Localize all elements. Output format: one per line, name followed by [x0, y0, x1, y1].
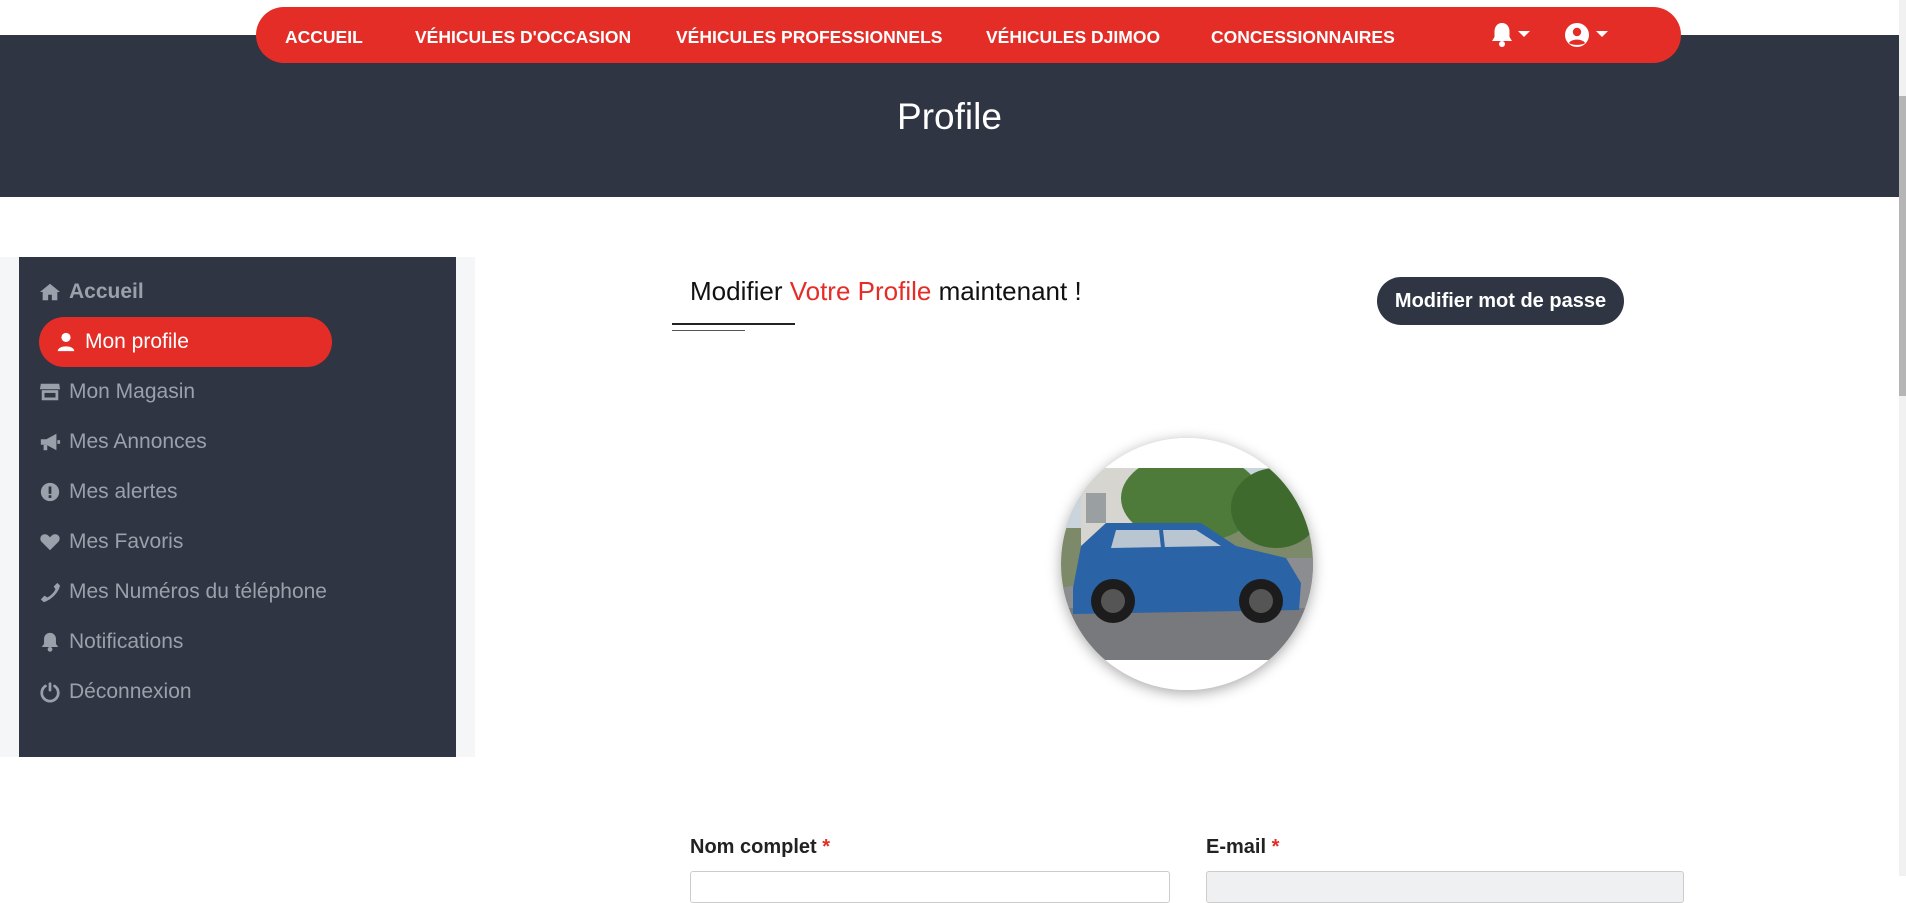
- sidebar-item-label: Mes Favoris: [69, 530, 184, 553]
- power-icon: [40, 682, 60, 703]
- page-scrollbar[interactable]: [1899, 0, 1906, 876]
- bell-icon: [1492, 23, 1512, 47]
- sidebar-item-label: Notifications: [69, 630, 184, 653]
- sidebar-item-accueil[interactable]: Accueil: [39, 267, 144, 317]
- section-heading: Modifier Votre Profile maintenant !: [690, 276, 1082, 307]
- sidebar-item-deconnexion[interactable]: Déconnexion: [39, 667, 192, 717]
- megaphone-icon: [40, 433, 61, 451]
- heart-icon: [40, 534, 60, 551]
- sidebar-item-mes-favoris[interactable]: Mes Favoris: [39, 517, 183, 567]
- account-dropdown[interactable]: [1564, 20, 1614, 50]
- sidebar-item-label: Mes Numéros du téléphone: [69, 580, 327, 603]
- user-circle-icon: [1565, 23, 1589, 47]
- sidebar-item-label: Mon Magasin: [69, 380, 196, 403]
- required-mark: *: [1271, 836, 1280, 858]
- user-icon: [57, 332, 75, 352]
- notifications-dropdown[interactable]: [1490, 20, 1538, 50]
- sidebar-item-mon-magasin[interactable]: Mon Magasin: [39, 367, 195, 417]
- sidebar-item-mes-numeros[interactable]: Mes Numéros du téléphone: [39, 567, 327, 617]
- heading-underline-secondary: [672, 330, 745, 331]
- email-label: E-mail *: [1206, 836, 1280, 858]
- nav-link-vehicules-occasion[interactable]: VÉHICULES D'OCCASION: [415, 27, 631, 48]
- heading-text: maintenant !: [938, 276, 1082, 306]
- avatar[interactable]: [1061, 438, 1313, 690]
- heading-text: Modifier: [690, 276, 783, 306]
- chevron-down-icon: [1518, 31, 1530, 37]
- store-icon: [39, 383, 61, 401]
- top-navbar: ACCUEIL VÉHICULES D'OCCASION VÉHICULES P…: [256, 7, 1681, 63]
- exclamation-circle-icon: [40, 482, 60, 502]
- fullname-label: Nom complet *: [690, 836, 831, 858]
- sidebar-item-label: Déconnexion: [69, 680, 192, 703]
- sidebar-item-mon-profile[interactable]: Mon profile: [39, 317, 332, 367]
- phone-icon: [40, 582, 61, 603]
- home-icon: [39, 283, 61, 301]
- change-password-button[interactable]: Modifier mot de passe: [1377, 277, 1624, 325]
- sidebar-item-label: Mon profile: [85, 330, 189, 353]
- sidebar-item-mes-annonces[interactable]: Mes Annonces: [39, 417, 207, 467]
- sidebar: Accueil Mon profile Mon Magasin Mes Anno…: [19, 257, 456, 757]
- scrollbar-thumb[interactable]: [1899, 96, 1906, 396]
- page-title: Profile: [897, 96, 1002, 137]
- sidebar-item-label: Mes Annonces: [69, 430, 207, 453]
- heading-underline: [672, 323, 795, 325]
- heading-accent: Votre Profile: [789, 276, 932, 306]
- sidebar-item-mes-alertes[interactable]: Mes alertes: [39, 467, 178, 517]
- sidebar-item-label: Mes alertes: [69, 480, 178, 503]
- sidebar-item-notifications[interactable]: Notifications: [39, 617, 183, 667]
- nav-link-vehicules-djimoo[interactable]: VÉHICULES DJIMOO: [986, 27, 1160, 48]
- car-photo: [1061, 438, 1313, 690]
- nav-link-vehicules-professionnels[interactable]: VÉHICULES PROFESSIONNELS: [676, 27, 942, 48]
- bell-icon: [41, 632, 59, 652]
- required-mark: *: [822, 836, 831, 858]
- sidebar-item-label: Accueil: [69, 280, 144, 303]
- nav-link-accueil[interactable]: ACCUEIL: [285, 27, 363, 48]
- nav-link-concessionnaires[interactable]: CONCESSIONNAIRES: [1211, 27, 1395, 48]
- chevron-down-icon: [1596, 31, 1608, 37]
